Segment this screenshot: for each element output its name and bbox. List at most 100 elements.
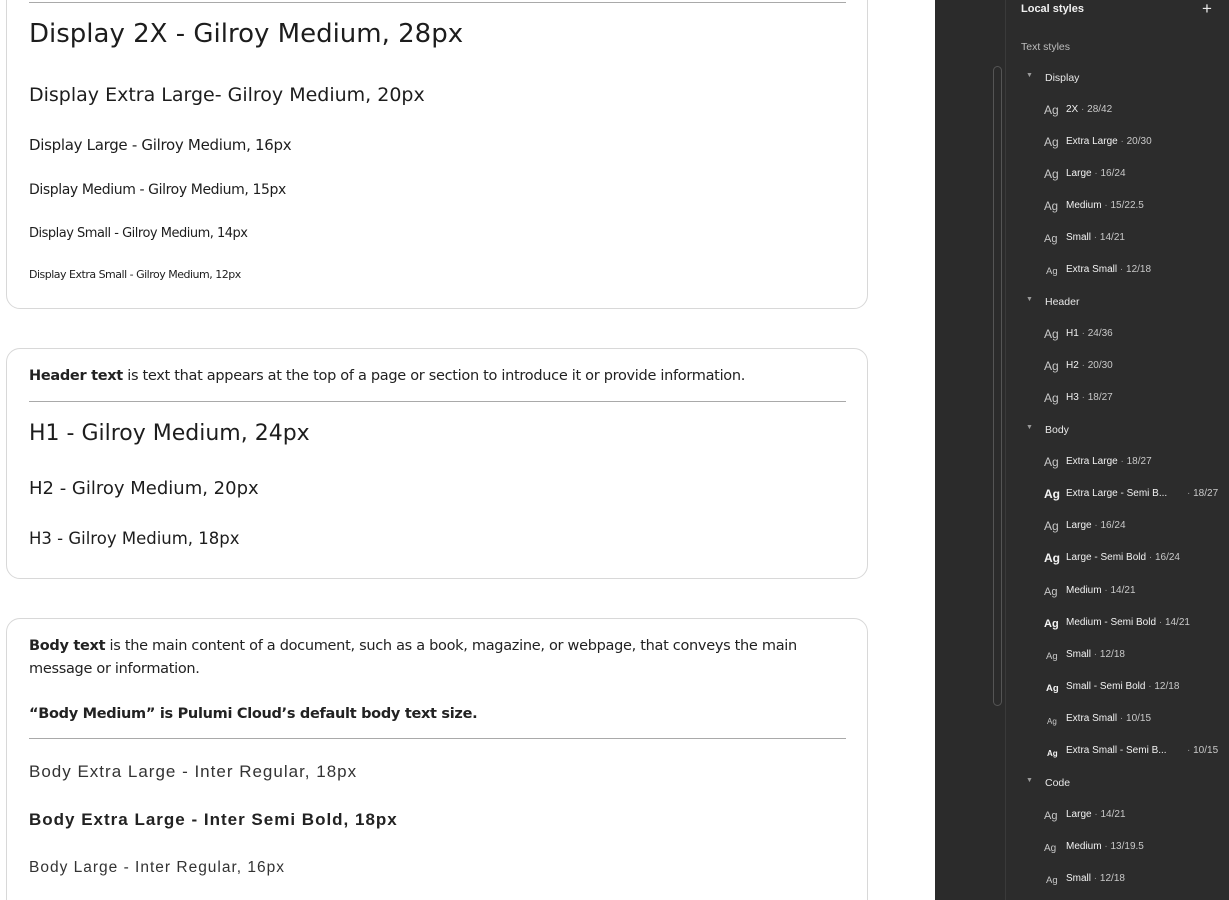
- style-name: Extra Small: [1066, 713, 1118, 724]
- style-spec: 14/21: [1110, 585, 1136, 596]
- separator: ·: [1104, 200, 1108, 211]
- caret-down-icon[interactable]: ▼: [1026, 424, 1033, 431]
- style-item[interactable]: Ag Extra Large · 18/27: [1006, 451, 1229, 473]
- style-name: Extra Large - Semi B...: [1066, 488, 1168, 499]
- style-spec: 12/18: [1099, 649, 1125, 660]
- h3-sample: H3 - Gilroy Medium, 18px: [29, 529, 240, 548]
- style-name: Large: [1066, 168, 1092, 179]
- style-item[interactable]: Ag Large · 16/24: [1006, 163, 1229, 185]
- text-style-icon: Ag: [1044, 135, 1059, 149]
- group-header[interactable]: ▼ Header: [1006, 291, 1229, 313]
- body-default-note: “Body Medium” is Pulumi Cloud’s default …: [29, 706, 478, 722]
- separator: ·: [1120, 136, 1124, 147]
- style-item[interactable]: Ag H1 · 24/36: [1006, 323, 1229, 345]
- style-item[interactable]: Ag H3 · 18/27: [1006, 387, 1229, 409]
- display-extra-small-sample: Display Extra Small - Gilroy Medium, 12p…: [29, 268, 241, 281]
- separator: ·: [1187, 488, 1191, 499]
- add-style-icon[interactable]: +: [1202, 0, 1212, 19]
- style-name: Extra Large: [1066, 456, 1118, 467]
- separator: ·: [1094, 809, 1098, 820]
- display-extra-large-sample: Display Extra Large- Gilroy Medium, 20px: [29, 84, 425, 106]
- separator: ·: [1081, 328, 1085, 339]
- style-item[interactable]: Ag Small · 14/21: [1006, 227, 1229, 249]
- panel-title: Local styles: [1021, 3, 1084, 15]
- scrollbar[interactable]: [993, 66, 1002, 706]
- style-spec: 14/21: [1100, 809, 1126, 820]
- divider: [29, 2, 846, 3]
- style-item[interactable]: Ag Extra Small · 12/18: [1006, 259, 1229, 281]
- text-style-icon: Ag: [1044, 103, 1059, 117]
- separator: ·: [1104, 841, 1108, 852]
- text-style-icon: Ag: [1046, 875, 1058, 886]
- style-item[interactable]: Ag Large · 16/24: [1006, 515, 1229, 537]
- text-style-icon: Ag: [1044, 201, 1059, 213]
- style-item[interactable]: Ag Extra Small - Semi B... · 10/15: [1006, 740, 1229, 762]
- group-body[interactable]: ▼ Body: [1006, 419, 1229, 441]
- style-item[interactable]: Ag Medium · 13/19.5: [1006, 836, 1229, 858]
- style-item[interactable]: Ag Extra Small · 10/15: [1006, 708, 1229, 730]
- style-spec: 10/15: [1126, 713, 1152, 724]
- text-style-icon: Ag: [1044, 391, 1059, 405]
- style-name: Small: [1066, 873, 1092, 884]
- style-item[interactable]: Ag Medium · 14/21: [1006, 580, 1229, 602]
- caret-down-icon[interactable]: ▼: [1026, 296, 1033, 303]
- group-label: Code: [1045, 777, 1071, 789]
- style-item[interactable]: Ag H2 · 20/30: [1006, 355, 1229, 377]
- separator: ·: [1093, 649, 1098, 660]
- style-spec: 13/19.5: [1110, 841, 1144, 852]
- style-spec: 18/27: [1087, 392, 1113, 403]
- separator: ·: [1093, 232, 1098, 243]
- style-item[interactable]: Ag Small · 12/18: [1006, 644, 1229, 666]
- body-intro-bold: Body text: [29, 638, 106, 654]
- display-2x-sample: Display 2X - Gilroy Medium, 28px: [29, 19, 464, 49]
- text-style-icon: Ag: [1047, 717, 1057, 726]
- style-item[interactable]: Ag Medium - Semi Bold · 14/21: [1006, 612, 1229, 634]
- design-canvas[interactable]: Display 2X - Gilroy Medium, 28px Display…: [0, 0, 935, 900]
- text-style-icon: Ag: [1046, 683, 1059, 694]
- style-item[interactable]: Ag Small - Semi Bold · 12/18: [1006, 676, 1229, 698]
- group-label: Display: [1045, 72, 1080, 84]
- caret-down-icon[interactable]: ▼: [1026, 72, 1033, 79]
- style-item[interactable]: Ag Small · 12/18: [1006, 868, 1229, 890]
- style-name: Small: [1066, 649, 1092, 660]
- separator: ·: [1081, 392, 1085, 403]
- local-styles-panel: Local styles + Text styles ▼ Display Ag 2…: [1005, 0, 1229, 900]
- text-style-icon: Ag: [1044, 843, 1057, 854]
- style-spec: 12/18: [1099, 873, 1125, 884]
- style-spec: 16/24: [1100, 520, 1126, 531]
- style-item[interactable]: Ag 2X · 28/42: [1006, 99, 1229, 121]
- style-item[interactable]: Ag Extra Large · 20/30: [1006, 131, 1229, 153]
- separator: ·: [1120, 456, 1124, 467]
- separator: ·: [1094, 520, 1098, 531]
- style-spec: 20/30: [1126, 136, 1152, 147]
- separator: ·: [1119, 713, 1124, 724]
- style-spec: 24/36: [1087, 328, 1113, 339]
- style-name: 2X: [1066, 104, 1079, 115]
- caret-down-icon[interactable]: ▼: [1026, 777, 1033, 784]
- display-medium-sample: Display Medium - Gilroy Medium, 15px: [29, 182, 286, 198]
- h1-sample: H1 - Gilroy Medium, 24px: [29, 421, 310, 446]
- style-item[interactable]: Ag Large - Semi Bold · 16/24: [1006, 547, 1229, 569]
- separator: ·: [1081, 360, 1085, 371]
- group-display[interactable]: ▼ Display: [1006, 67, 1229, 89]
- divider: [29, 401, 846, 402]
- style-item[interactable]: Ag Extra Large - Semi B... · 18/27: [1006, 483, 1229, 505]
- style-name: Small: [1066, 232, 1092, 243]
- separator: ·: [1093, 873, 1098, 884]
- style-name: Extra Large: [1066, 136, 1118, 147]
- text-styles-heading: Text styles: [1021, 41, 1071, 53]
- text-style-icon: Ag: [1044, 359, 1059, 373]
- style-name: Large: [1066, 520, 1092, 531]
- body-extra-large-semibold-sample: Body Extra Large - Inter Semi Bold, 18px: [29, 810, 398, 829]
- style-item[interactable]: Ag Large · 14/21: [1006, 804, 1229, 826]
- divider: [29, 738, 846, 739]
- text-style-icon: Ag: [1044, 327, 1059, 341]
- header-styles-card: Header text is text that appears at the …: [6, 348, 868, 579]
- header-intro-bold: Header text: [29, 368, 123, 384]
- text-style-icon: Ag: [1044, 167, 1059, 181]
- body-intro-rest: is the main content of a document, such …: [29, 638, 797, 677]
- style-name: H1: [1066, 328, 1079, 339]
- group-code[interactable]: ▼ Code: [1006, 772, 1229, 794]
- style-item[interactable]: Ag Medium · 15/22.5: [1006, 195, 1229, 217]
- style-spec: 28/42: [1087, 104, 1113, 115]
